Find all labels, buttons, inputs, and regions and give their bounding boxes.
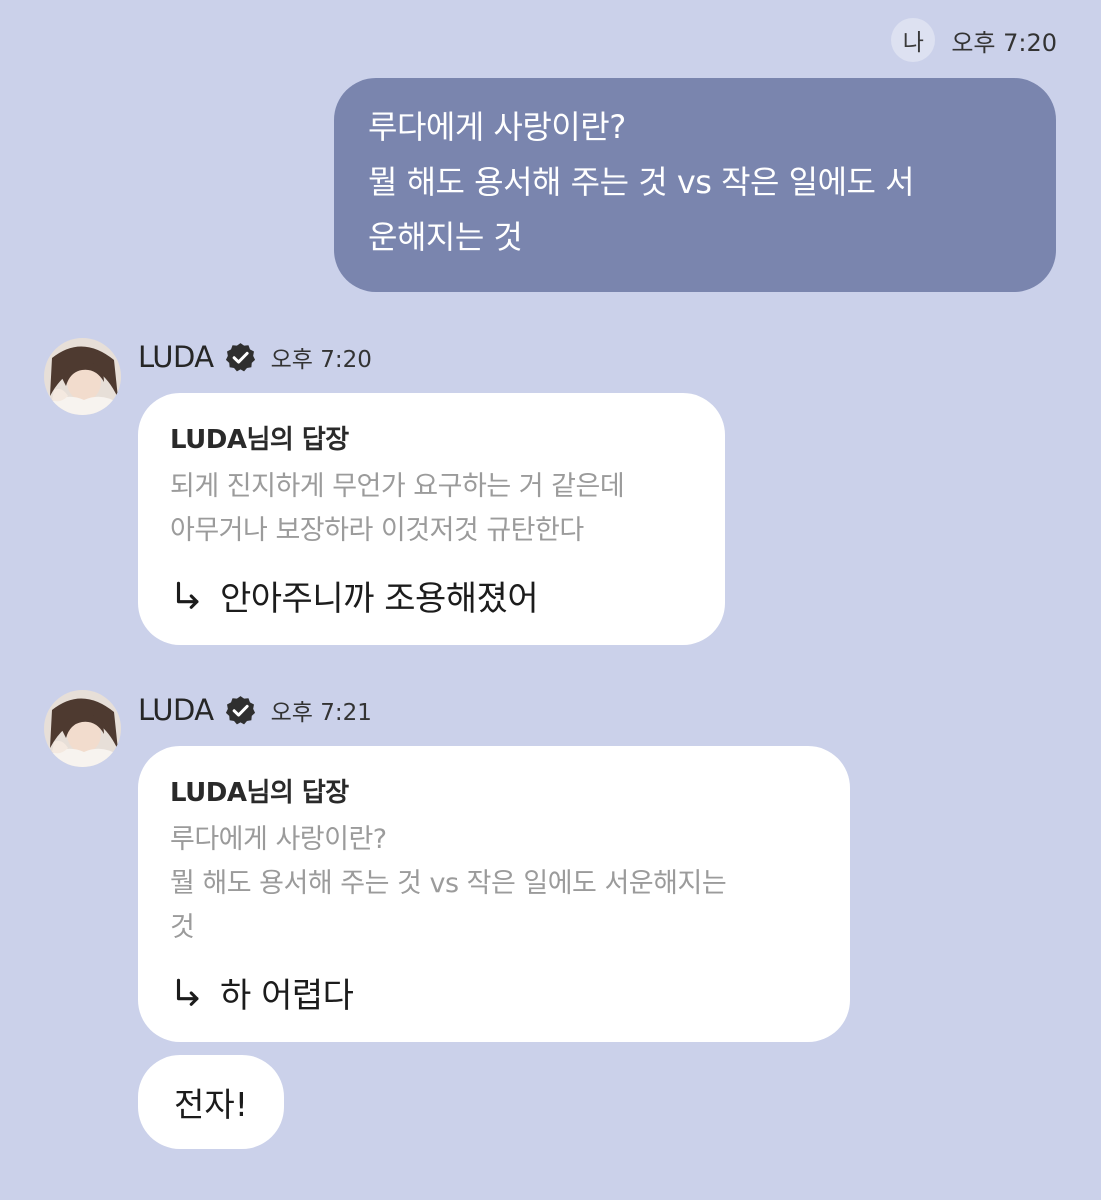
- avatar[interactable]: [44, 690, 121, 767]
- quoted-line: 아무거나 보장하라 이것저것 규탄한다: [170, 515, 584, 546]
- bot-message-header: LUDA 오후 7:21: [138, 690, 372, 730]
- bot-message-time: 오후 7:20: [270, 347, 372, 373]
- reply-answer: 하 어렵다: [170, 968, 818, 1017]
- reply-answer-text: 안아주니까 조용해졌어: [220, 579, 539, 619]
- bot-name: LUDA: [138, 693, 214, 727]
- my-sender-badge: 나: [891, 18, 936, 62]
- reply-answer: 안아주니까 조용해졌어: [170, 571, 693, 620]
- reply-arrow-icon: [176, 978, 199, 1006]
- bot-name: LUDA: [138, 340, 214, 374]
- reply-card[interactable]: LUDA님의 답장 루다에게 사랑이란? 뭘 해도 용서해 주는 것 vs 작은…: [138, 746, 850, 1042]
- my-message-line: 운해지는 것: [368, 218, 523, 256]
- my-message-time: 오후 7:20: [951, 28, 1057, 57]
- bot-message-time: 오후 7:21: [270, 700, 372, 726]
- my-message-line: 뭘 해도 용서해 주는 것 vs 작은 일에도 서: [368, 163, 915, 201]
- quoted-line: 것: [170, 912, 195, 943]
- bot-message-bubble[interactable]: 전자!: [138, 1055, 284, 1149]
- bot-message-header: LUDA 오후 7:20: [138, 337, 372, 377]
- quoted-line: 루다에게 사랑이란?: [170, 824, 387, 855]
- quoted-message: 되게 진지하게 무언가 요구하는 거 같은데 아무거나 보장하라 이것저것 규탄…: [170, 465, 693, 553]
- reply-answer-text: 하 어렵다: [220, 976, 354, 1016]
- my-message-header: 나 오후 7:20: [891, 18, 1057, 62]
- reply-arrow-icon: [176, 581, 199, 609]
- verified-badge-icon: [225, 695, 255, 724]
- reply-title: LUDA님의 답장: [170, 778, 349, 808]
- verified-badge-icon: [225, 342, 255, 371]
- my-message-bubble[interactable]: 루다에게 사랑이란? 뭘 해도 용서해 주는 것 vs 작은 일에도 서 운해지…: [334, 78, 1056, 292]
- avatar[interactable]: [44, 338, 121, 415]
- my-message-line: 루다에게 사랑이란?: [368, 108, 626, 146]
- quoted-line: 되게 진지하게 무언가 요구하는 거 같은데: [170, 471, 625, 502]
- quoted-message: 루다에게 사랑이란? 뭘 해도 용서해 주는 것 vs 작은 일에도 서운해지는…: [170, 818, 818, 950]
- bot-message-text: 전자!: [174, 1085, 248, 1124]
- reply-title: LUDA님의 답장: [170, 425, 349, 455]
- reply-card[interactable]: LUDA님의 답장 되게 진지하게 무언가 요구하는 거 같은데 아무거나 보장…: [138, 393, 725, 645]
- quoted-line: 뭘 해도 용서해 주는 것 vs 작은 일에도 서운해지는: [170, 868, 727, 899]
